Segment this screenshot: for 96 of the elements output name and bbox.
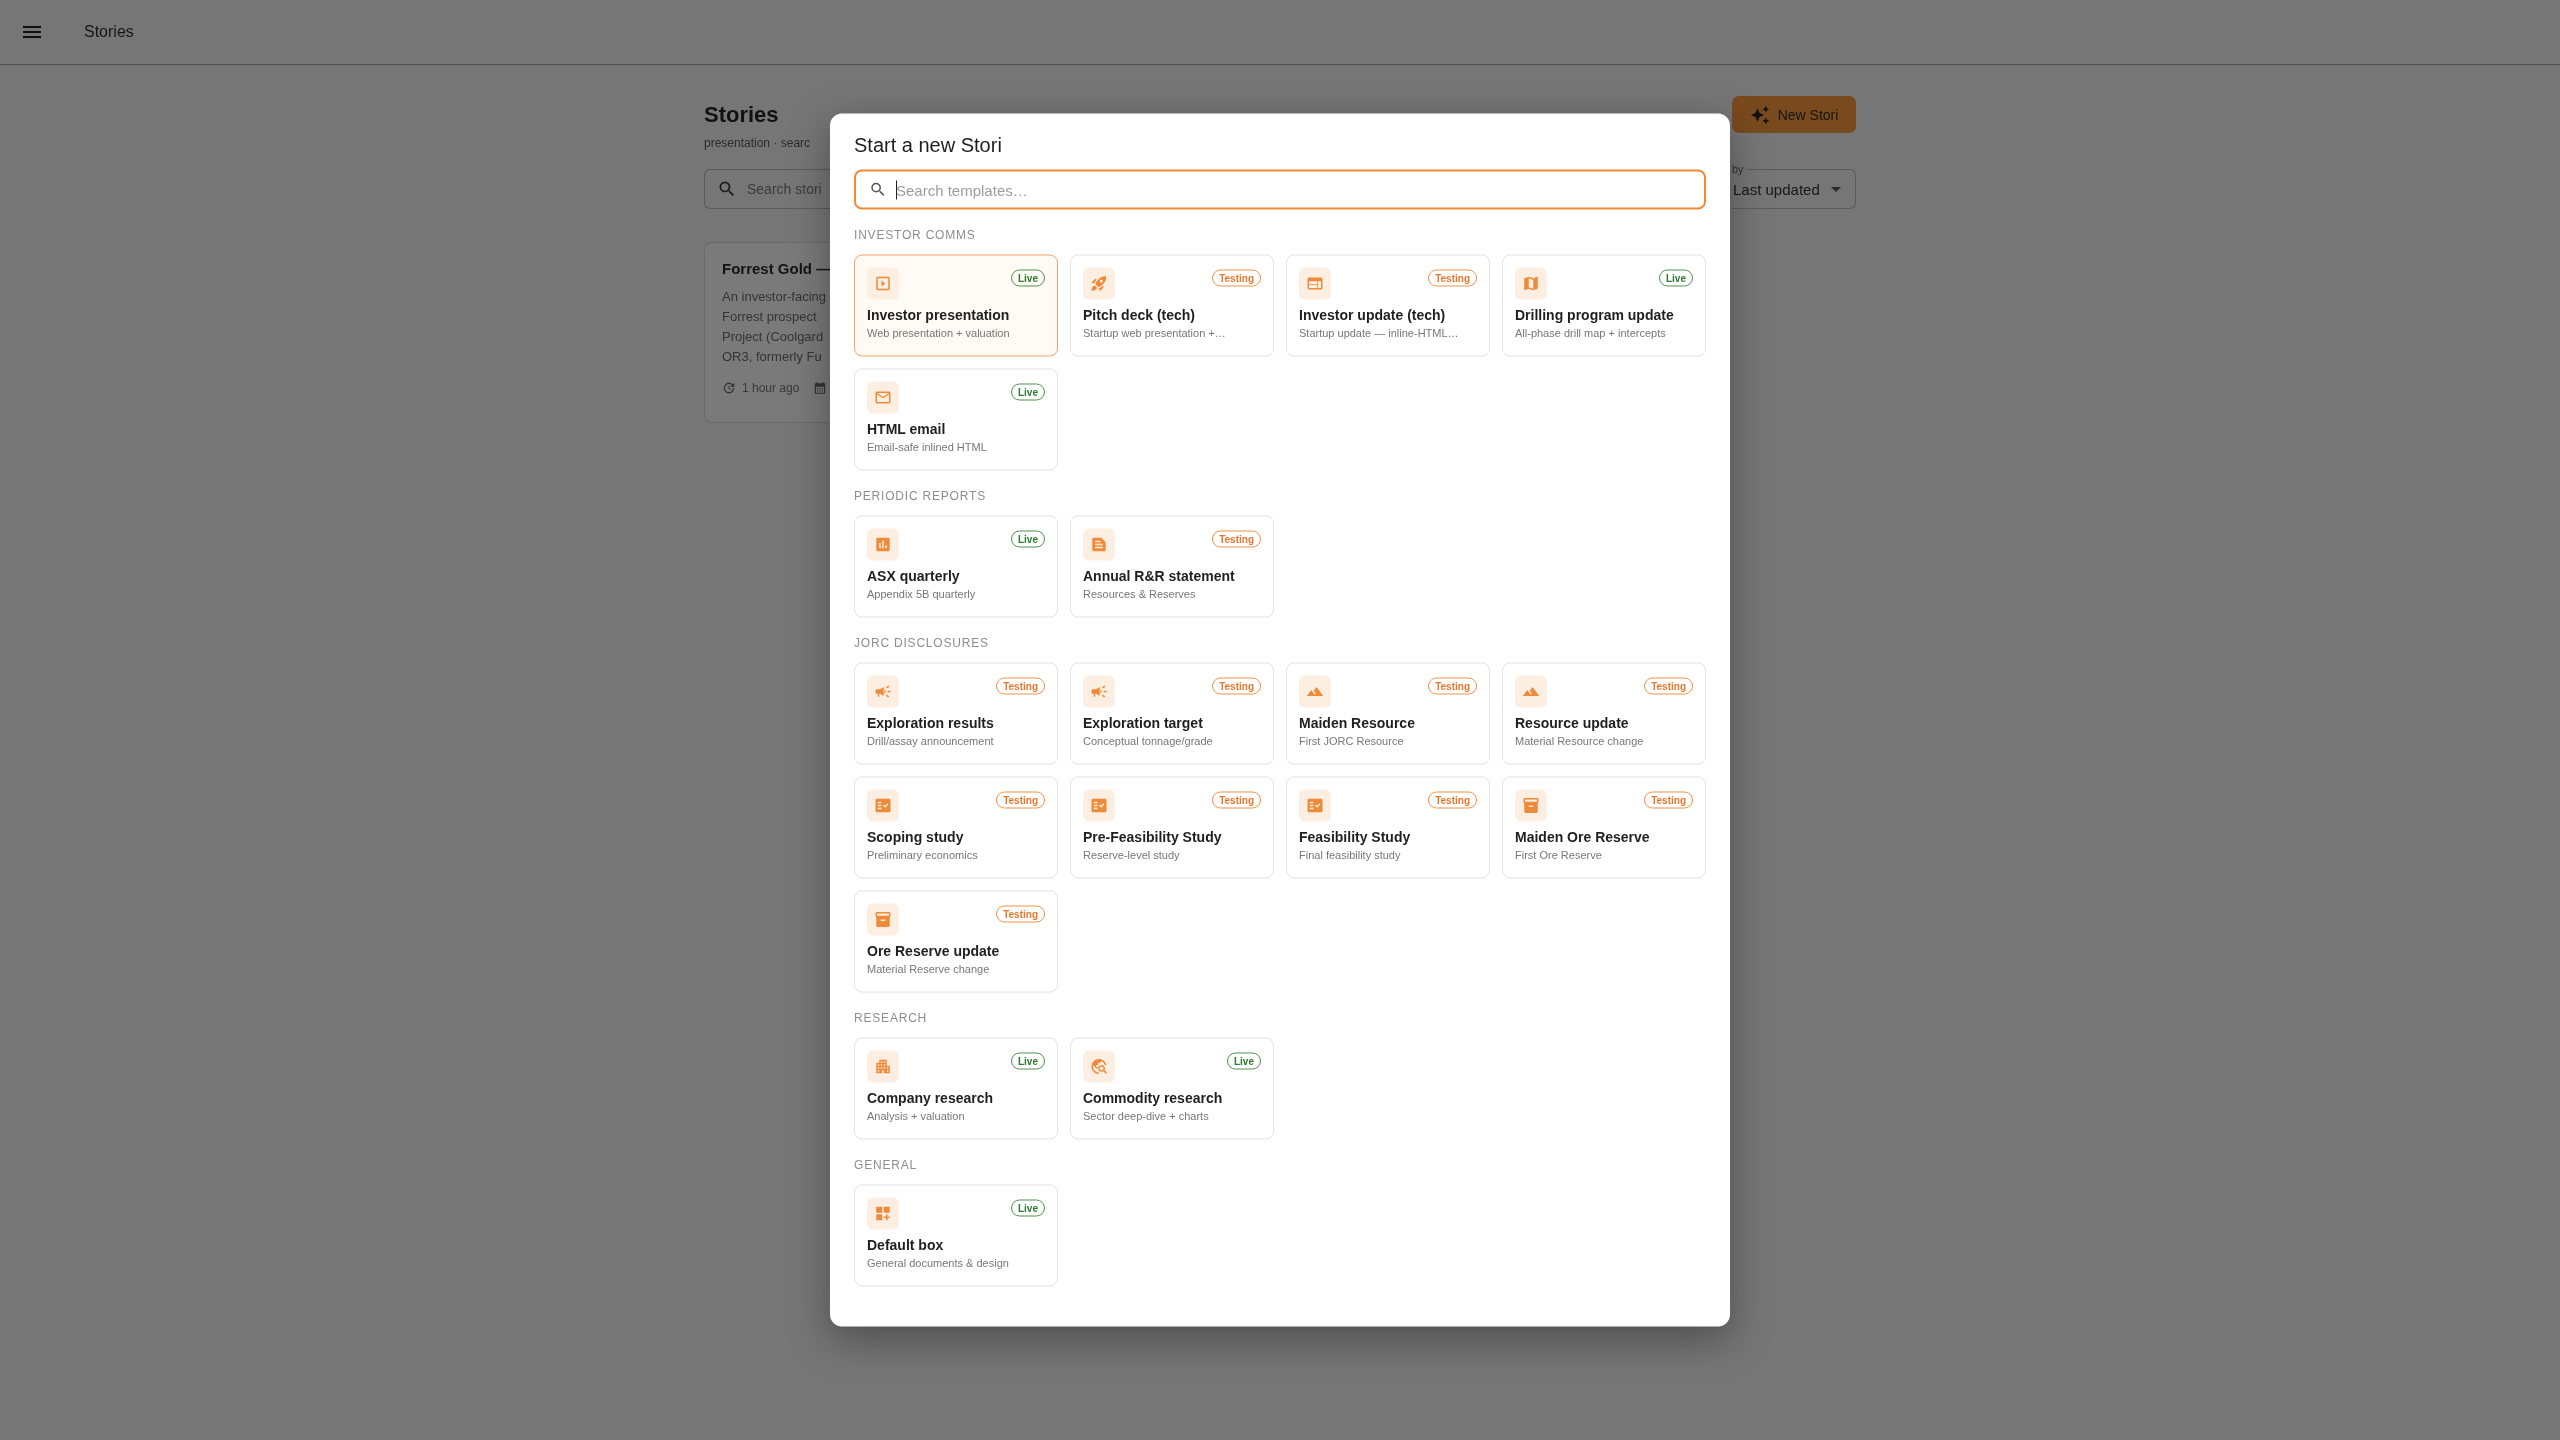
section-heading: GENERAL bbox=[854, 1156, 918, 1173]
template-card[interactable]: Testing Exploration results Drill/assay announcement bbox=[854, 662, 1058, 765]
page-title: Stories bbox=[704, 102, 780, 128]
template-description: Conceptual tonnage/grade bbox=[1083, 733, 1214, 749]
template-title: Maiden Resource bbox=[1299, 713, 1416, 732]
template-description: Startup update — inline-HTML… bbox=[1299, 325, 1460, 341]
template-card[interactable]: Testing Ore Reserve update Material Reserve change bbox=[854, 890, 1058, 993]
template-card[interactable]: Live Default box General documents & design bbox=[854, 1184, 1058, 1287]
building-icon bbox=[867, 1050, 899, 1083]
template-card[interactable]: Testing Exploration target Conceptual tonnage/grade bbox=[1070, 662, 1274, 765]
search-field[interactable]: Search stori bbox=[704, 169, 830, 209]
dialog-title: Start a new Stori bbox=[854, 132, 1003, 158]
template-card[interactable]: Testing Scoping study Preliminary economics bbox=[854, 776, 1058, 879]
bar-chart-icon bbox=[867, 528, 899, 561]
template-description: Startup web presentation +… bbox=[1083, 325, 1227, 341]
template-title: Pitch deck (tech) bbox=[1083, 305, 1197, 324]
caret-icon bbox=[1831, 186, 1841, 192]
mountains-icon bbox=[1515, 675, 1547, 708]
template-description: Resources & Reserves bbox=[1083, 586, 1197, 602]
template-description: First Ore Reserve bbox=[1515, 847, 1603, 863]
template-description: Web presentation + valuation bbox=[867, 325, 1011, 341]
calendar-icon bbox=[813, 381, 828, 395]
section-heading: PERIODIC REPORTS bbox=[854, 487, 987, 504]
section-heading: JORC DISCLOSURES bbox=[854, 634, 990, 651]
megaphone-icon bbox=[1083, 675, 1115, 708]
template-title: Investor presentation bbox=[867, 305, 1011, 324]
archive-box-icon bbox=[1515, 789, 1547, 822]
story-description: An investor-facing Forrest prospect Project (Coolgard OR3, formerly Fu bbox=[722, 288, 828, 366]
template-title: Commodity research bbox=[1083, 1088, 1224, 1107]
template-title: Pre-Feasibility Study bbox=[1083, 827, 1223, 846]
template-title: Company research bbox=[867, 1088, 995, 1107]
rocket-icon bbox=[1083, 267, 1115, 300]
template-description: General documents & design bbox=[867, 1255, 1010, 1271]
template-title: Investor update (tech) bbox=[1299, 305, 1447, 324]
document-icon bbox=[1083, 528, 1115, 561]
history-icon bbox=[722, 381, 736, 395]
globe-search-icon bbox=[1083, 1050, 1115, 1083]
updated-time: 1 hour ago bbox=[742, 380, 800, 396]
dashboard-plus-icon bbox=[867, 1197, 899, 1230]
template-title: Default box bbox=[867, 1235, 945, 1254]
megaphone-icon bbox=[867, 675, 899, 708]
template-card[interactable]: Live Commodity research Sector deep-dive + charts bbox=[1070, 1037, 1274, 1140]
envelope-icon bbox=[867, 381, 899, 414]
template-card[interactable]: Testing Pre-Feasibility Study Reserve-level study bbox=[1070, 776, 1274, 879]
template-description: First JORC Resource bbox=[1299, 733, 1405, 749]
template-description: Reserve-level study bbox=[1083, 847, 1181, 863]
template-title: HTML email bbox=[867, 419, 947, 438]
template-card[interactable]: Testing Investor update (tech) Startup update — inline-HTML… bbox=[1286, 254, 1490, 357]
archive-box-icon bbox=[867, 903, 899, 936]
template-card[interactable]: Testing Pitch deck (tech) Startup web presentation +… bbox=[1070, 254, 1274, 357]
field-label: by bbox=[1732, 162, 1747, 176]
template-title: Feasibility Study bbox=[1299, 827, 1412, 846]
template-title: Drilling program update bbox=[1515, 305, 1675, 324]
template-card[interactable]: Live HTML email Email-safe inlined HTML bbox=[854, 368, 1058, 471]
checklist-icon bbox=[1299, 789, 1331, 822]
template-card[interactable]: Testing Annual R&R statement Resources & Reserves bbox=[1070, 515, 1274, 618]
template-card[interactable]: Live Drilling program update All-phase drill map + intercepts bbox=[1502, 254, 1706, 357]
template-card[interactable]: Live ASX quarterly Appendix 5B quarterly bbox=[854, 515, 1058, 618]
template-search-field[interactable]: Search templates… bbox=[854, 169, 1706, 210]
template-title: Scoping study bbox=[867, 827, 965, 846]
template-title: Annual R&R statement bbox=[1083, 566, 1236, 585]
mountains-icon bbox=[1299, 675, 1331, 708]
template-description: Material Reserve change bbox=[867, 961, 991, 977]
template-card[interactable]: Testing Feasibility Study Final feasibility study bbox=[1286, 776, 1490, 879]
template-title: Exploration target bbox=[1083, 713, 1204, 732]
template-card[interactable]: Testing Maiden Ore Reserve First Ore Reserve bbox=[1502, 776, 1706, 879]
template-title: ASX quarterly bbox=[867, 566, 961, 585]
template-description: All-phase drill map + intercepts bbox=[1515, 325, 1667, 341]
template-card[interactable]: Live Company research Analysis + valuation bbox=[854, 1037, 1058, 1140]
sparkle-icon bbox=[1749, 104, 1770, 125]
template-card[interactable]: Testing Resource update Material Resource change bbox=[1502, 662, 1706, 765]
template-description: Material Resource change bbox=[1515, 733, 1645, 749]
map-icon bbox=[1515, 267, 1547, 300]
web-page-icon bbox=[1299, 267, 1331, 300]
section-heading: RESEARCH bbox=[854, 1009, 929, 1026]
page-subtitle: presentation · searc bbox=[704, 135, 812, 152]
template-title: Exploration results bbox=[867, 713, 995, 732]
section-heading: INVESTOR COMMS bbox=[854, 226, 977, 243]
template-description: Sector deep-dive + charts bbox=[1083, 1108, 1210, 1124]
template-description: Analysis + valuation bbox=[867, 1108, 966, 1124]
slideshow-icon bbox=[867, 267, 899, 300]
template-title: Resource update bbox=[1515, 713, 1630, 732]
template-description: Final feasibility study bbox=[1299, 847, 1402, 863]
template-title: Maiden Ore Reserve bbox=[1515, 827, 1651, 846]
template-title: Ore Reserve update bbox=[867, 941, 1001, 960]
template-description: Appendix 5B quarterly bbox=[867, 586, 977, 602]
search-icon bbox=[717, 179, 737, 199]
checklist-icon bbox=[1083, 789, 1115, 822]
template-card[interactable]: Testing Maiden Resource First JORC Resource bbox=[1286, 662, 1490, 765]
template-description: Preliminary economics bbox=[867, 847, 979, 863]
template-card[interactable]: Live Investor presentation Web presentation + valuation bbox=[854, 254, 1058, 357]
template-description: Drill/assay announcement bbox=[867, 733, 995, 749]
search-icon bbox=[869, 180, 887, 199]
template-description: Email-safe inlined HTML bbox=[867, 439, 988, 455]
checklist-icon bbox=[867, 789, 899, 822]
app-title: Stories bbox=[84, 23, 134, 41]
